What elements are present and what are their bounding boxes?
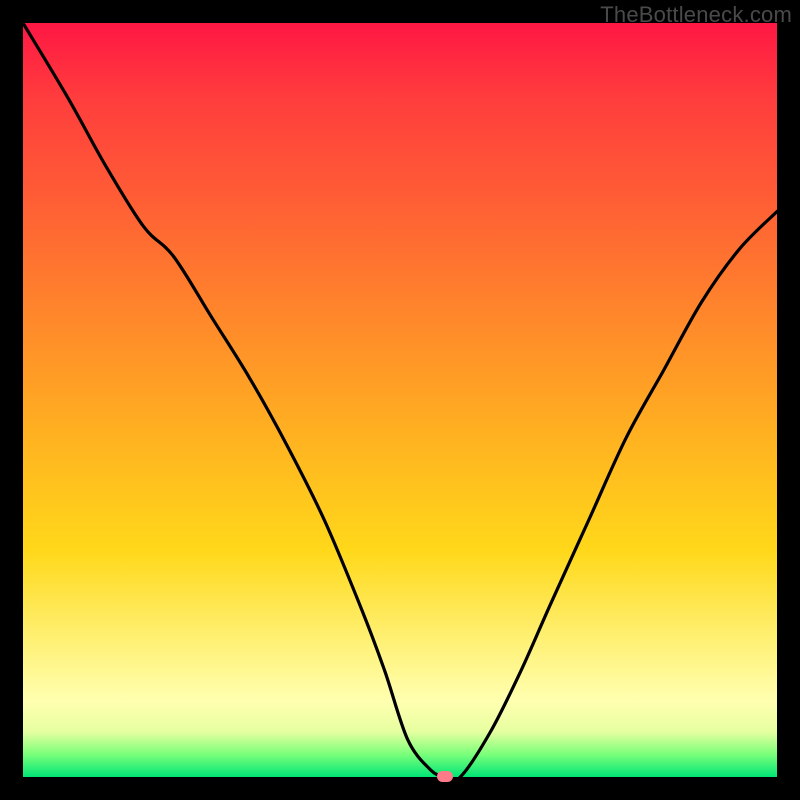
- optimum-marker: [437, 771, 453, 782]
- plot-area: [23, 23, 777, 777]
- curve-path: [23, 23, 777, 777]
- chart-frame: TheBottleneck.com: [0, 0, 800, 800]
- bottleneck-curve: [23, 23, 777, 777]
- watermark-text: TheBottleneck.com: [600, 2, 792, 28]
